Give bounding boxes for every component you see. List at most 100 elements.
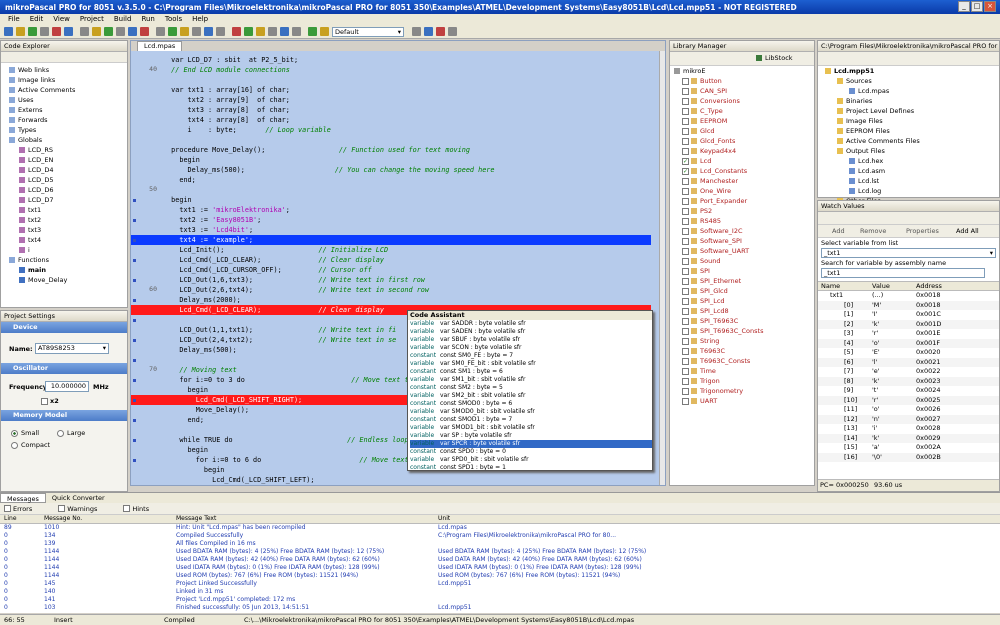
library-checkbox[interactable]	[682, 77, 689, 85]
code-line[interactable]: Lcd_Cmd(_LCD_SHIFT_LEFT);	[131, 475, 651, 485]
toolbar-tool-icon[interactable]	[116, 27, 125, 36]
library-item[interactable]: Software_SPI	[682, 236, 814, 246]
memory-large-radio[interactable]: Large	[57, 429, 85, 437]
message-row[interactable]: 0 1144 Used ROM (bytes): 767 (6%) Free ROM…	[0, 572, 1000, 580]
watch-col-value[interactable]: Value	[872, 282, 916, 290]
code-explorer-item[interactable]: Uses	[5, 95, 125, 105]
library-item[interactable]: Manchester	[682, 176, 814, 186]
tab-quick-converter[interactable]: Quick Converter	[46, 493, 111, 503]
code-assistant-item[interactable]: variable var SPCR : byte volatile sfr	[410, 440, 652, 448]
library-checkbox[interactable]	[682, 327, 689, 335]
code-explorer-item[interactable]: txt1	[5, 205, 125, 215]
library-checkbox[interactable]: ✓	[682, 167, 689, 175]
code-line[interactable]: txt4 := 'example';	[131, 235, 651, 245]
toolbar-tool-icon[interactable]	[104, 27, 113, 36]
library-item[interactable]: Software_UART	[682, 246, 814, 256]
frequency-input[interactable]: 10.000000	[45, 381, 89, 392]
watch-properties-button[interactable]: Properties	[906, 227, 939, 235]
menu-build[interactable]: Build	[109, 14, 137, 25]
toolbar-tool-icon[interactable]	[156, 27, 165, 36]
breakpoint-dot[interactable]	[133, 439, 136, 442]
library-item[interactable]: ✓ Lcd	[682, 156, 814, 166]
library-item[interactable]: Software_I2C	[682, 226, 814, 236]
watch-row[interactable]: [6] 'l' 0x0021	[818, 357, 999, 367]
library-checkbox[interactable]	[682, 217, 689, 225]
code-explorer-item[interactable]: LCD_EN	[5, 155, 125, 165]
library-item[interactable]: SPI_T6963C_Consts	[682, 326, 814, 336]
msg-col-unit[interactable]: Unit	[438, 515, 450, 523]
code-assistant-item[interactable]: variable var SM2_bit : sbit volatile sfr	[410, 392, 652, 400]
library-checkbox[interactable]	[682, 197, 689, 205]
toolbar-tool-icon[interactable]	[64, 27, 73, 36]
code-assistant-item[interactable]: variable var SADEN : byte volatile sfr	[410, 328, 652, 336]
watch-row[interactable]: [2] 'k' 0x001D	[818, 319, 999, 329]
toolbar-tool-icon[interactable]	[268, 27, 277, 36]
watch-row[interactable]: [8] 'k' 0x0023	[818, 376, 999, 386]
code-line[interactable]: txt3 : array[8] of char;	[131, 105, 651, 115]
project-tree-item[interactable]: Lcd.log	[821, 186, 999, 196]
code-assistant-item[interactable]: variable var SP : byte volatile sfr	[410, 432, 652, 440]
code-assistant-item[interactable]: variable var SM0_FE_bit : sbit volatile s…	[410, 360, 652, 368]
watch-row[interactable]: [12] 'n' 0x0027	[818, 414, 999, 424]
maximize-button[interactable]: □	[971, 1, 983, 12]
code-line[interactable]: LCD_Out(1,6,txt3); // Write text in firs…	[131, 275, 651, 285]
oscillator-group-header[interactable]: Oscillator	[1, 363, 127, 374]
library-checkbox[interactable]	[682, 377, 689, 385]
code-line[interactable]	[131, 75, 651, 85]
toolbar-tool-icon[interactable]	[244, 27, 253, 36]
editor-vertical-scrollbar[interactable]	[659, 51, 665, 485]
build-config-combo[interactable]: Default ▾	[332, 27, 404, 37]
watch-row[interactable]: [16] '\0' 0x002B	[818, 452, 999, 462]
library-checkbox[interactable]	[682, 257, 689, 265]
project-tree-item[interactable]: Sources	[821, 76, 999, 86]
breakpoint-dot[interactable]	[133, 239, 136, 242]
code-explorer-item[interactable]: LCD_D7	[5, 195, 125, 205]
breakpoint-dot[interactable]	[133, 279, 136, 282]
library-checkbox[interactable]	[682, 357, 689, 365]
toolbar-tool-icon[interactable]	[216, 27, 225, 36]
msg-col-number[interactable]: Message No.	[44, 515, 176, 523]
toolbar-tool-icon[interactable]	[204, 27, 213, 36]
toolbar-tool-icon[interactable]	[40, 27, 49, 36]
toolbar-tool-icon[interactable]	[168, 27, 177, 36]
watch-row[interactable]: [5] 'E' 0x0020	[818, 348, 999, 358]
toolbar-tool-icon[interactable]	[412, 27, 421, 36]
code-explorer-item[interactable]: txt3	[5, 225, 125, 235]
library-list[interactable]: Button CAN_SPI Conversions C_Type EEPROM Glcd…	[670, 76, 814, 406]
code-line[interactable]: txt4 : array[8] of char;	[131, 115, 651, 125]
project-tree[interactable]: Lcd.mpp51 Sources Lcd.mpas Binaries Project …	[818, 66, 999, 206]
menu-help[interactable]: Help	[187, 14, 213, 25]
watch-row[interactable]: [10] 'r' 0x0025	[818, 395, 999, 405]
code-line[interactable]: var LCD_D7 : sbit at P2_5_bit;	[131, 55, 651, 65]
toolbar-tool-icon[interactable]	[180, 27, 189, 36]
code-assistant-item[interactable]: variable var SCON : byte volatile sfr	[410, 344, 652, 352]
toolbar-tool-icon[interactable]	[192, 27, 201, 36]
library-item[interactable]: RS485	[682, 216, 814, 226]
library-checkbox[interactable]	[682, 97, 689, 105]
library-item[interactable]: Glcd_Fonts	[682, 136, 814, 146]
library-checkbox[interactable]	[682, 237, 689, 245]
breakpoint-dot[interactable]	[133, 359, 136, 362]
toolbar-tool-icon[interactable]	[92, 27, 101, 36]
code-line[interactable]: Delay_ms(500); // You can change the mov…	[131, 165, 651, 175]
warnings-filter[interactable]: Warnings	[58, 505, 97, 513]
library-item[interactable]: SPI_T6963C	[682, 316, 814, 326]
code-line[interactable]: Lcd_Cmd(_LCD_CURSOR_OFF); // Cursor off	[131, 265, 651, 275]
watch-row[interactable]: [15] 'a' 0x002A	[818, 443, 999, 453]
toolbar-tool-icon[interactable]	[16, 27, 25, 36]
code-assistant-item[interactable]: constant const SM2 : byte = 5	[410, 384, 652, 392]
library-item[interactable]: SPI_Lcd	[682, 296, 814, 306]
library-item[interactable]: C_Type	[682, 106, 814, 116]
menu-run[interactable]: Run	[136, 14, 159, 25]
library-item[interactable]: SPI	[682, 266, 814, 276]
library-item[interactable]: Glcd	[682, 126, 814, 136]
code-explorer-item[interactable]: LCD_D5	[5, 175, 125, 185]
watch-row[interactable]: [3] 'r' 0x001E	[818, 329, 999, 339]
library-item[interactable]: Keypad4x4	[682, 146, 814, 156]
code-line[interactable]: end;	[131, 175, 651, 185]
library-item[interactable]: Sound	[682, 256, 814, 266]
library-item[interactable]: String	[682, 336, 814, 346]
code-explorer-item[interactable]: Web links	[5, 65, 125, 75]
close-button[interactable]: ×	[984, 1, 996, 12]
project-tree-item[interactable]: Binaries	[821, 96, 999, 106]
